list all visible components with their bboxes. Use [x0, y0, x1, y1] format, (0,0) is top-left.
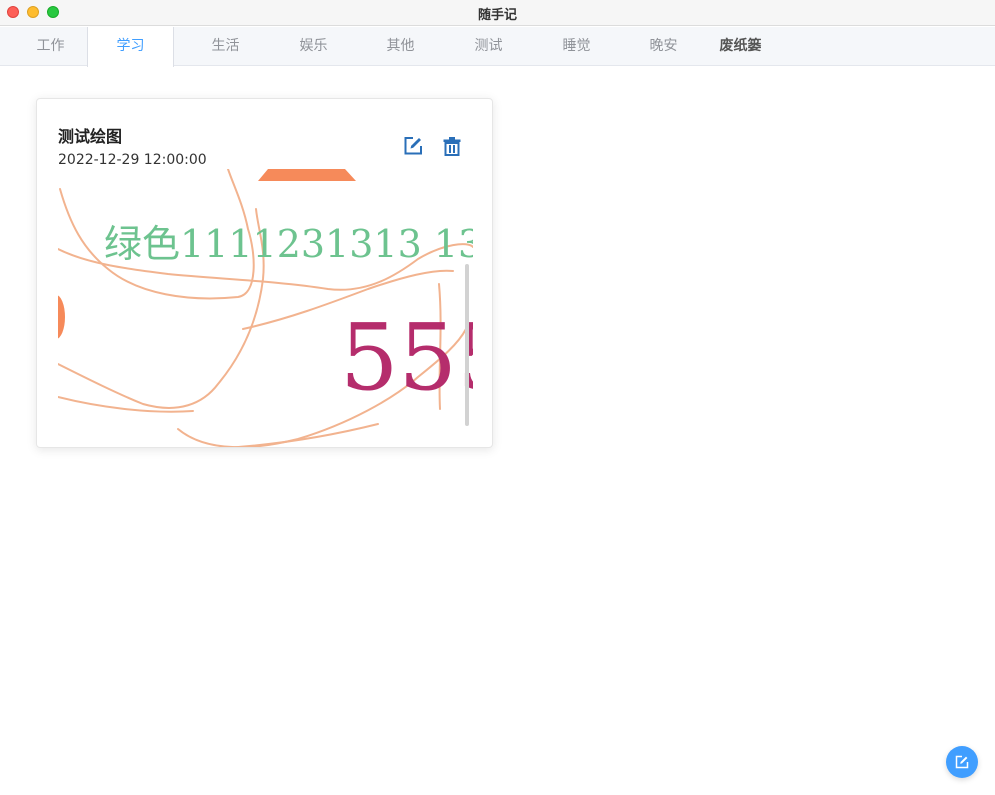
window-title: 随手记 [477, 8, 517, 23]
drawing-preview: 绿色1111231313 13绿色 555 [58, 169, 473, 447]
tab-life[interactable]: 生活 [182, 27, 269, 66]
tab-entertainment[interactable]: 娱乐 [270, 27, 357, 66]
tab-work[interactable]: 工作 [7, 27, 94, 66]
orange-trapezoid [258, 169, 356, 181]
tab-sleep[interactable]: 睡觉 [533, 27, 620, 66]
tab-other[interactable]: 其他 [357, 27, 444, 66]
note-title: 测试绘图 [58, 127, 123, 146]
tab-test[interactable]: 测试 [445, 27, 532, 66]
note-date: 2022-12-29 12:00:00 [58, 152, 207, 168]
drawing-scrollbar [465, 264, 469, 426]
category-tabs: 工作 学习 生活 娱乐 其他 测试 睡觉 晚安 废纸篓 [0, 27, 995, 67]
edit-icon [955, 755, 969, 769]
tab-goodnight[interactable]: 晚安 [620, 27, 707, 66]
tab-study[interactable]: 学习 [87, 27, 174, 67]
trash-icon[interactable] [441, 135, 463, 157]
orange-semicircle [58, 295, 65, 339]
app-window: 随手记 工作 学习 生活 娱乐 其他 测试 睡觉 晚安 废纸篓 测试绘图 202… [0, 0, 995, 795]
drawing-purple-text: 555 [340, 304, 473, 411]
title-bar: 随手记 [0, 0, 995, 26]
drawing-green-text: 绿色1111231313 13绿色 [104, 222, 473, 266]
sketch-canvas: 绿色1111231313 13绿色 555 [58, 169, 473, 447]
edit-icon[interactable] [402, 135, 424, 157]
tab-trash[interactable]: 废纸篓 [697, 27, 784, 66]
new-note-button[interactable] [946, 746, 978, 778]
note-card[interactable]: 测试绘图 2022-12-29 12:00:00 绿色1111231313 1 … [36, 98, 493, 448]
